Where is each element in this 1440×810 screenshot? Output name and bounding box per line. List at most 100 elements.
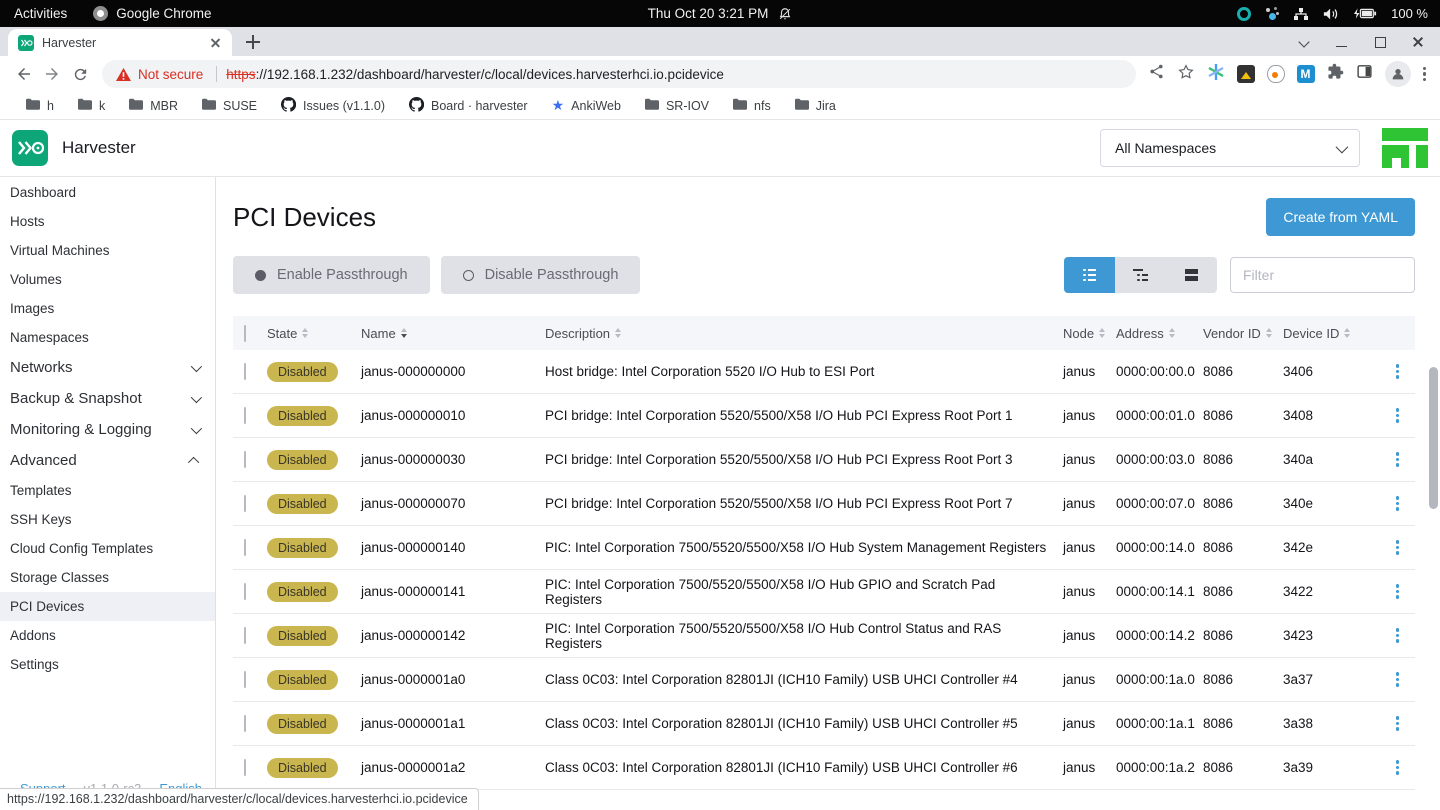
- status-ring-icon[interactable]: [1237, 7, 1251, 21]
- row-checkbox[interactable]: [244, 407, 246, 424]
- window-minimize-button[interactable]: [1334, 34, 1350, 50]
- profile-avatar[interactable]: [1385, 61, 1411, 87]
- battery-charging-icon[interactable]: [1353, 7, 1377, 20]
- chrome-menu-icon[interactable]: [1423, 65, 1427, 83]
- bookmark-jira[interactable]: Jira: [795, 98, 836, 113]
- namespace-selector[interactable]: All Namespaces: [1100, 129, 1360, 167]
- window-maximize-button[interactable]: [1372, 34, 1388, 50]
- row-checkbox[interactable]: [244, 539, 246, 556]
- bookmark-k[interactable]: k: [78, 98, 105, 113]
- sidebar-item-cloud-config-templates[interactable]: Cloud Config Templates: [0, 534, 215, 563]
- back-button[interactable]: [10, 60, 38, 88]
- bookmark-issues-v1-1-0-[interactable]: Issues (v1.1.0): [281, 97, 385, 115]
- wired-network-icon[interactable]: [1293, 7, 1309, 21]
- compact-view-button[interactable]: [1166, 257, 1217, 293]
- page-scrollbar[interactable]: [1429, 367, 1438, 509]
- side-panel-icon[interactable]: [1356, 63, 1373, 85]
- row-actions-menu-icon[interactable]: [1392, 756, 1404, 779]
- select-all-checkbox[interactable]: [244, 325, 246, 342]
- column-header-state[interactable]: State: [267, 326, 361, 341]
- weather-applet-icon[interactable]: [1265, 7, 1279, 21]
- column-header-description[interactable]: Description: [545, 326, 1063, 341]
- suse-logo[interactable]: [1382, 128, 1428, 168]
- row-actions-menu-icon[interactable]: [1392, 712, 1404, 735]
- column-header-name[interactable]: Name: [361, 326, 545, 341]
- sidebar-item-namespaces[interactable]: Namespaces: [0, 323, 215, 352]
- share-icon[interactable]: [1148, 63, 1165, 85]
- focused-app-indicator[interactable]: Google Chrome: [93, 6, 211, 21]
- tab-search-chevron-icon[interactable]: [1296, 34, 1312, 50]
- battery-percentage[interactable]: 100 %: [1391, 6, 1428, 21]
- sidebar-item-addons[interactable]: Addons: [0, 621, 215, 650]
- harvester-brand[interactable]: Harvester: [12, 130, 136, 166]
- sidebar-item-ssh-keys[interactable]: SSH Keys: [0, 505, 215, 534]
- row-actions-menu-icon[interactable]: [1392, 668, 1404, 691]
- sidebar-item-dashboard[interactable]: Dashboard: [0, 178, 215, 207]
- list-view-button[interactable]: [1064, 257, 1115, 293]
- extension-m-icon[interactable]: M: [1297, 65, 1315, 83]
- disable-passthrough-button[interactable]: Disable Passthrough: [441, 256, 641, 294]
- extension-sparkle-icon[interactable]: [1207, 63, 1225, 86]
- row-checkbox[interactable]: [244, 759, 246, 776]
- bookmark-sr-iov[interactable]: SR-IOV: [645, 98, 709, 113]
- reload-button[interactable]: [66, 60, 94, 88]
- enable-passthrough-button[interactable]: Enable Passthrough: [233, 256, 430, 294]
- sidebar-item-hosts[interactable]: Hosts: [0, 207, 215, 236]
- extensions-puzzle-icon[interactable]: [1327, 63, 1344, 85]
- sidebar-item-volumes[interactable]: Volumes: [0, 265, 215, 294]
- sidebar-item-advanced[interactable]: Advanced: [0, 445, 215, 476]
- device-address: 0000:00:03.0: [1116, 452, 1203, 467]
- address-bar[interactable]: Not secure https://192.168.1.232/dashboa…: [102, 60, 1136, 88]
- extension-recorder-icon[interactable]: [1267, 65, 1285, 83]
- sidebar-item-backup-snapshot[interactable]: Backup & Snapshot: [0, 383, 215, 414]
- tab-close-icon[interactable]: [208, 35, 224, 51]
- sidebar-item-storage-classes[interactable]: Storage Classes: [0, 563, 215, 592]
- row-checkbox[interactable]: [244, 627, 246, 644]
- device-address: 0000:00:01.0: [1116, 408, 1203, 423]
- bookmark-h[interactable]: h: [26, 98, 54, 113]
- window-close-button[interactable]: [1410, 34, 1426, 50]
- row-actions-menu-icon[interactable]: [1392, 580, 1404, 603]
- bookmark-star-icon[interactable]: [1177, 63, 1195, 86]
- bookmark-mbr[interactable]: MBR: [129, 98, 178, 113]
- row-checkbox[interactable]: [244, 671, 246, 688]
- row-actions-menu-icon[interactable]: [1392, 448, 1404, 471]
- row-actions-menu-icon[interactable]: [1392, 360, 1404, 383]
- filter-input[interactable]: [1230, 257, 1415, 293]
- grouped-view-button[interactable]: [1115, 257, 1166, 293]
- row-checkbox[interactable]: [244, 715, 246, 732]
- create-from-yaml-button[interactable]: Create from YAML: [1266, 198, 1415, 236]
- row-actions-menu-icon[interactable]: [1392, 536, 1404, 559]
- new-tab-button[interactable]: [240, 29, 266, 55]
- activities-button[interactable]: Activities: [14, 6, 67, 21]
- volume-icon[interactable]: [1323, 7, 1339, 21]
- row-checkbox[interactable]: [244, 363, 246, 380]
- row-actions-menu-icon[interactable]: [1392, 492, 1404, 515]
- column-header-node[interactable]: Node: [1063, 326, 1116, 341]
- row-checkbox[interactable]: [244, 583, 246, 600]
- column-header-vendor-id[interactable]: Vendor ID: [1203, 326, 1283, 341]
- forward-button[interactable]: [38, 60, 66, 88]
- sidebar-item-monitoring-logging[interactable]: Monitoring & Logging: [0, 414, 215, 445]
- sidebar-item-virtual-machines[interactable]: Virtual Machines: [0, 236, 215, 265]
- sidebar-item-networks[interactable]: Networks: [0, 352, 215, 383]
- sidebar-item-images[interactable]: Images: [0, 294, 215, 323]
- clock[interactable]: Thu Oct 20 3:21 PM: [648, 6, 769, 21]
- row-checkbox[interactable]: [244, 495, 246, 512]
- row-checkbox[interactable]: [244, 451, 246, 468]
- row-actions-menu-icon[interactable]: [1392, 404, 1404, 427]
- bookmark-ankiweb[interactable]: ★ AnkiWeb: [552, 98, 621, 113]
- state-badge: Disabled: [267, 626, 338, 646]
- sidebar-item-settings[interactable]: Settings: [0, 650, 215, 679]
- not-secure-label[interactable]: Not secure: [138, 67, 203, 82]
- bookmark-nfs[interactable]: nfs: [733, 98, 771, 113]
- sidebar-item-templates[interactable]: Templates: [0, 476, 215, 505]
- extension-mountain-icon[interactable]: [1237, 65, 1255, 83]
- column-header-device-id[interactable]: Device ID: [1283, 326, 1373, 341]
- row-actions-menu-icon[interactable]: [1392, 624, 1404, 647]
- column-header-address[interactable]: Address: [1116, 326, 1203, 341]
- bookmark-suse[interactable]: SUSE: [202, 98, 257, 113]
- sidebar-item-pci-devices[interactable]: PCI Devices: [0, 592, 215, 621]
- browser-tab-harvester[interactable]: Harvester: [8, 29, 232, 56]
- bookmark-board-harvester[interactable]: Board · harvester: [409, 97, 528, 115]
